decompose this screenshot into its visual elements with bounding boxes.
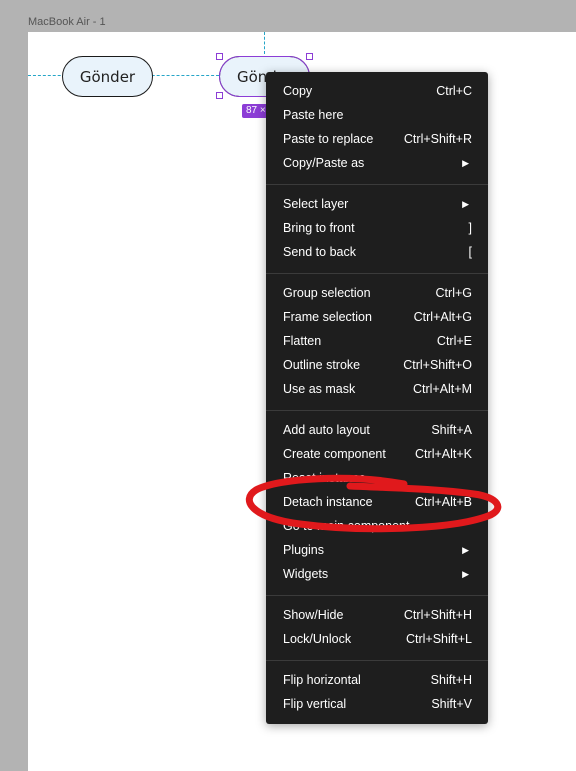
menu-item-frame-selection[interactable]: Frame selection Ctrl+Alt+G: [266, 306, 488, 328]
menu-item-outline-stroke[interactable]: Outline stroke Ctrl+Shift+O: [266, 354, 488, 376]
menu-separator: [266, 660, 488, 661]
menu-item-copy-paste-as[interactable]: Copy/Paste as ▶: [266, 152, 488, 174]
menu-separator: [266, 410, 488, 411]
chevron-right-icon: ▶: [462, 568, 469, 579]
resize-handle-top-right[interactable]: [306, 53, 313, 60]
menu-item-reset-instance[interactable]: Reset instance: [266, 467, 488, 489]
menu-item-flip-horizontal[interactable]: Flip horizontal Shift+H: [266, 669, 488, 691]
menu-item-go-to-main-component[interactable]: Go to main component: [266, 515, 488, 537]
menu-separator: [266, 273, 488, 274]
menu-item-select-layer[interactable]: Select layer ▶: [266, 193, 488, 215]
menu-item-flatten[interactable]: Flatten Ctrl+E: [266, 330, 488, 352]
menu-item-flip-vertical[interactable]: Flip vertical Shift+V: [266, 693, 488, 715]
menu-item-widgets[interactable]: Widgets ▶: [266, 563, 488, 585]
resize-handle-bottom-left[interactable]: [216, 92, 223, 99]
gonder-button[interactable]: Gönder: [62, 56, 153, 97]
menu-item-group-selection[interactable]: Group selection Ctrl+G: [266, 282, 488, 304]
chevron-right-icon: ▶: [462, 198, 469, 209]
menu-item-paste-to-replace[interactable]: Paste to replace Ctrl+Shift+R: [266, 128, 488, 150]
menu-item-use-as-mask[interactable]: Use as mask Ctrl+Alt+M: [266, 378, 488, 400]
menu-item-show-hide[interactable]: Show/Hide Ctrl+Shift+H: [266, 604, 488, 626]
gonder-button-label: Gönder: [79, 67, 136, 86]
menu-separator: [266, 184, 488, 185]
frame-title[interactable]: MacBook Air - 1: [28, 16, 106, 28]
resize-handle-top-left[interactable]: [216, 53, 223, 60]
chevron-right-icon: ▶: [462, 157, 469, 168]
menu-item-add-auto-layout[interactable]: Add auto layout Shift+A: [266, 419, 488, 441]
menu-item-lock-unlock[interactable]: Lock/Unlock Ctrl+Shift+L: [266, 628, 488, 650]
alignment-guide-vertical: [264, 32, 265, 54]
chevron-right-icon: ▶: [462, 544, 469, 555]
context-menu: Copy Ctrl+C Paste here Paste to replace Ct…: [266, 72, 488, 724]
menu-item-detach-instance[interactable]: Detach instance Ctrl+Alt+B: [266, 491, 488, 513]
menu-item-bring-to-front[interactable]: Bring to front]: [266, 217, 488, 239]
menu-item-plugins[interactable]: Plugins ▶: [266, 539, 488, 561]
menu-item-send-to-back[interactable]: Send to back[: [266, 241, 488, 263]
menu-separator: [266, 595, 488, 596]
menu-item-copy[interactable]: Copy Ctrl+C: [266, 80, 488, 102]
menu-item-create-component[interactable]: Create component Ctrl+Alt+K: [266, 443, 488, 465]
menu-item-paste-here[interactable]: Paste here: [266, 104, 488, 126]
